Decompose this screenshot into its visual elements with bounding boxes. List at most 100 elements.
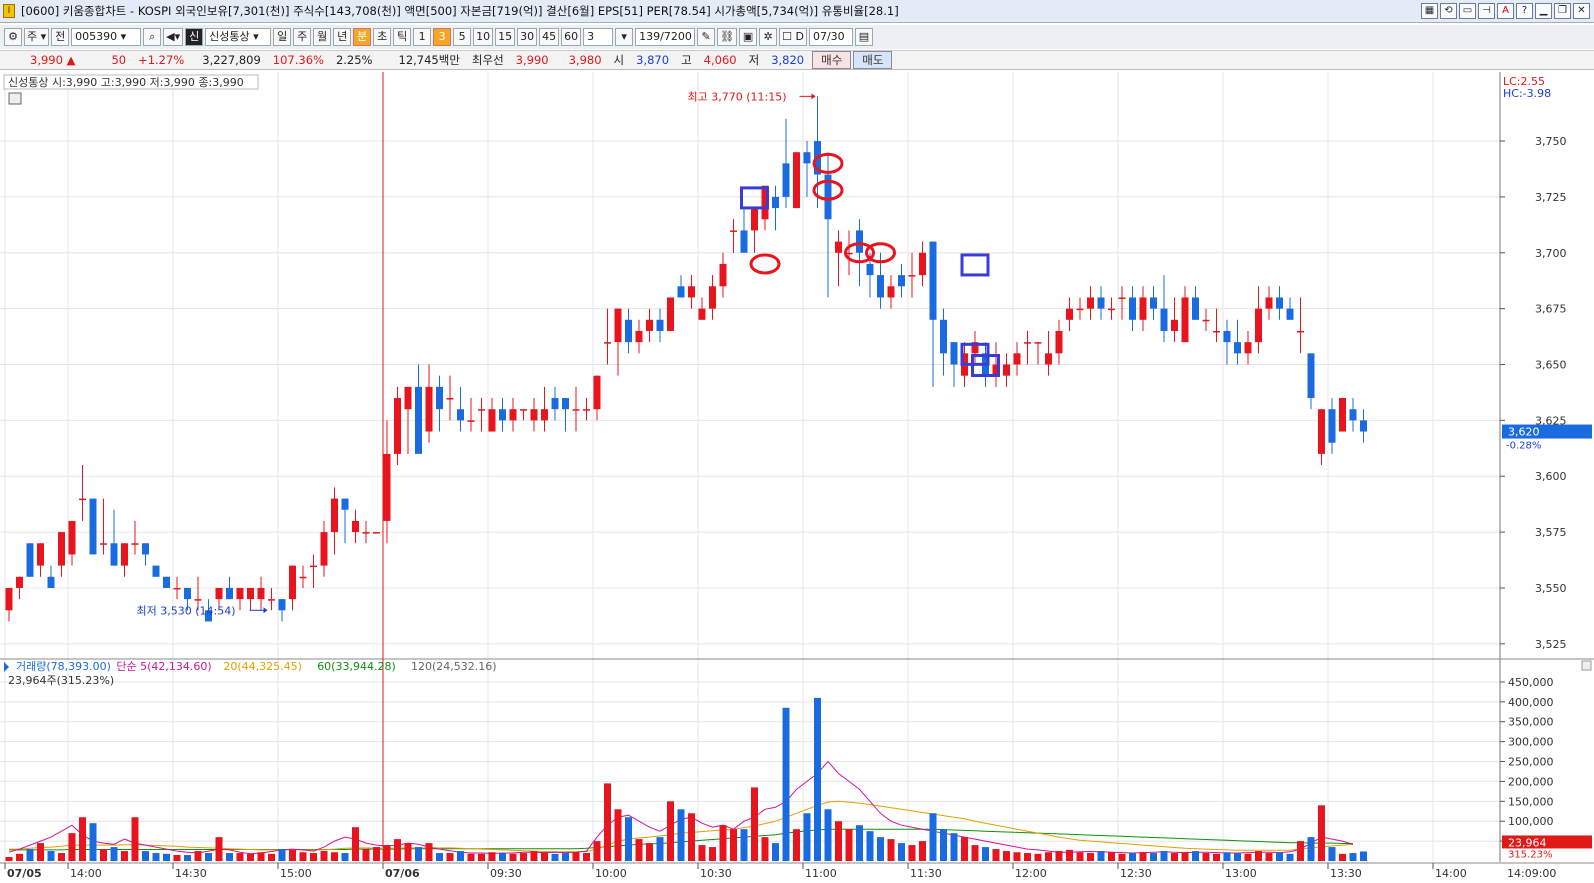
search-icon[interactable]: ⌕ [143,28,162,46]
candle-body [362,532,370,534]
interval-input[interactable]: 3 [583,28,614,46]
link-icon[interactable]: ⟲ [1440,3,1457,19]
volume-bar [593,841,601,861]
calendar-icon[interactable]: ▤ [854,28,873,46]
settings-icon[interactable]: ⚙ [4,28,22,46]
candle-body [299,576,307,579]
alert-icon[interactable]: A [1497,3,1514,19]
draw-tool-icon[interactable]: ✎ [697,28,716,46]
time-tick-label: 14:00 [1435,867,1467,880]
volume-bar [1097,851,1105,861]
volume-bar [131,817,139,861]
link-tool-icon[interactable]: ⛓ [717,28,738,46]
circle-marker [749,253,781,275]
time-tick-label: 14:30 [175,867,207,880]
interval-60[interactable]: 60 [561,28,582,46]
candle-body [1339,398,1346,432]
volume-bar [268,853,275,861]
interval-30[interactable]: 30 [517,28,538,46]
interval-3[interactable]: 3 [433,28,452,46]
interval-dropdown-icon[interactable]: ▾ [615,28,634,46]
buy-button[interactable]: 매수 [812,51,852,69]
save-icon[interactable]: ▣ [739,28,758,46]
pane-expand-icon[interactable] [1581,660,1592,671]
candle-body [646,319,653,331]
candle-body [509,409,517,421]
time-tick-label: 09:30 [490,867,522,880]
interval-10[interactable]: 10 [473,28,494,46]
volume-bar [152,853,160,861]
count-field[interactable]: 139/7200 [635,28,696,46]
candle-body [614,308,622,343]
interval-45[interactable]: 45 [539,28,560,46]
minimize-icon[interactable]: ▁ [1535,3,1552,19]
close-icon[interactable]: ✕ [1573,3,1590,19]
chart-menu-icon[interactable] [8,92,22,105]
low-arrow-head [263,607,268,614]
volume-bar [289,849,296,861]
sell-button[interactable]: 매도 [853,51,893,69]
low-value: 3,820 [771,53,805,67]
layout-icon[interactable]: ▦ [1421,3,1438,19]
price-chart[interactable]: 3,7503,7253,7003,6753,6503,6253,6003,575… [0,72,1594,883]
restore-icon[interactable]: ❐ [1554,3,1571,19]
volume-bar [1024,853,1031,861]
volume-bar [1118,853,1126,861]
volume-bars [5,697,1367,861]
stock-code-input[interactable]: 005390 ▾ [71,28,142,46]
volume-bar [782,707,790,861]
window-icon[interactable]: ▭ [1459,3,1476,19]
interval-5[interactable]: 5 [453,28,472,46]
interval-15[interactable]: 15 [495,28,516,46]
d-checkbox[interactable]: ☐ D [779,28,807,46]
volume-bar [278,849,286,861]
candle-body [37,543,44,566]
period-tick[interactable]: 틱 [393,28,412,46]
help-icon[interactable]: ? [1516,3,1533,19]
period-week[interactable]: 주 [293,28,312,46]
config-icon[interactable]: ✲ [759,28,778,46]
candle-body [16,576,23,588]
speaker-icon[interactable]: ◀▾ [163,28,184,46]
candle-body [415,386,422,454]
period-year[interactable]: 년 [333,28,352,46]
volume-bar [1286,853,1294,861]
pin-icon[interactable]: ⊣ [1478,3,1495,19]
volume-bar [68,833,76,861]
volume-bar [1139,852,1147,861]
period-month[interactable]: 월 [313,28,332,46]
legend-arrow-icon [4,662,9,672]
volume-bar [1108,852,1115,861]
candle-body [877,275,884,298]
candle-body [68,520,76,555]
period-day[interactable]: 일 [273,28,292,46]
period-second[interactable]: 초 [373,28,392,46]
interval-1[interactable]: 1 [413,28,432,46]
stock-name-field[interactable]: 신성통상 ▾ [205,28,272,46]
volume-bar [509,853,517,861]
candle-body [341,498,349,510]
volume-bar [488,852,496,861]
candle-body [572,409,580,411]
volume-bar [887,839,895,861]
volume-bar [236,853,244,861]
candle-body [373,532,380,534]
volume-bar [541,852,548,861]
volume-bar [457,851,464,861]
volume-bar [1234,853,1241,861]
prev-button[interactable]: 전 [51,28,70,46]
candle-body [79,498,86,501]
candle-body [887,286,895,298]
date-field[interactable]: 07/30 [808,28,853,46]
high-arrow-head [811,93,816,100]
volume-bar [1003,851,1010,861]
market-type-select[interactable]: 주 ▾ [24,28,50,46]
candle-body [793,152,800,209]
time-tick-label: 10:00 [595,867,627,880]
volume-bar [257,852,265,861]
candle-body [583,409,590,411]
period-minute[interactable]: 분 [353,28,372,46]
volume-bar [856,825,863,861]
candle-body [719,263,727,287]
candle-body [520,409,527,411]
